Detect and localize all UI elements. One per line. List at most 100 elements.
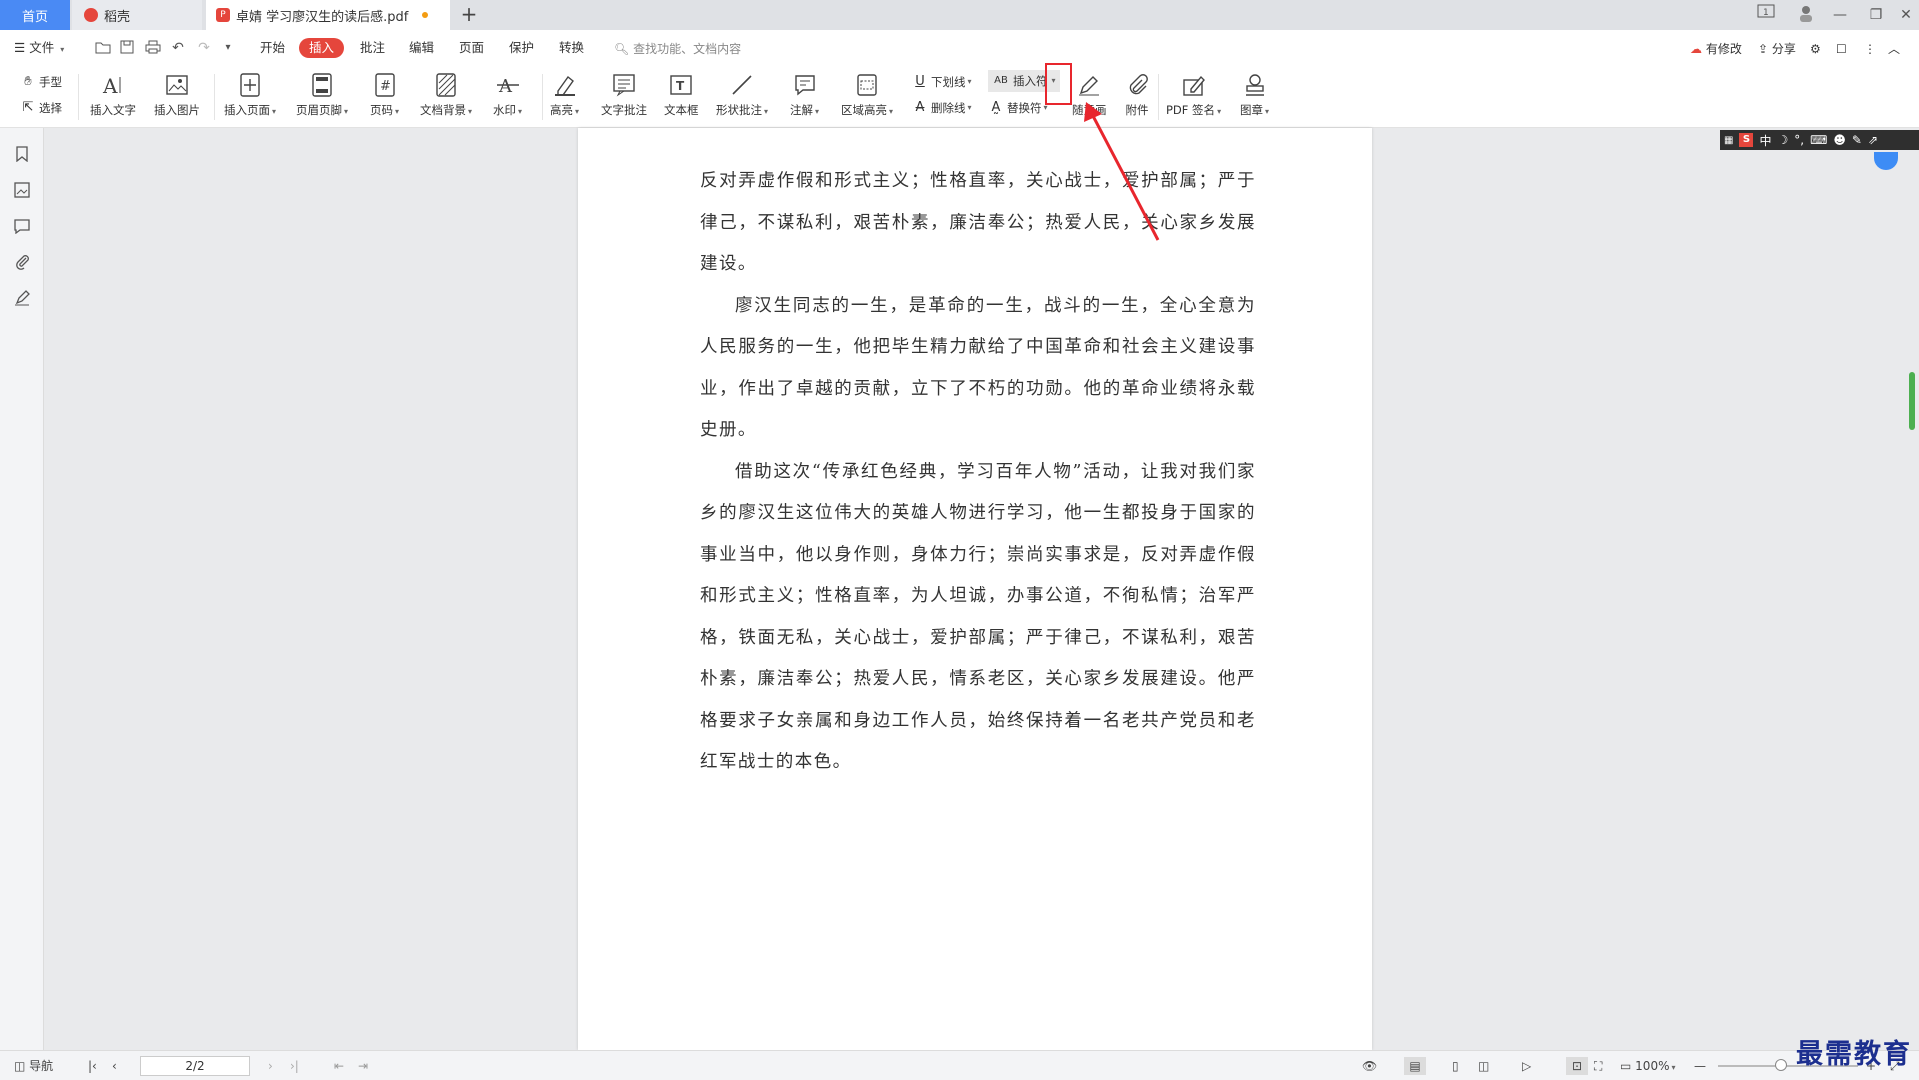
comment-icon[interactable] bbox=[12, 216, 32, 236]
insert-image-button[interactable]: 插入图片 bbox=[154, 70, 200, 124]
floating-assistant-button[interactable] bbox=[1874, 152, 1898, 170]
pdf-sign-label: PDF 签名 ▾ bbox=[1166, 102, 1221, 118]
stamp-text: 图章 bbox=[1240, 103, 1263, 117]
textbox-button[interactable]: T 文本框 bbox=[664, 70, 699, 124]
tab-daoke[interactable]: 稻壳 bbox=[72, 0, 202, 30]
watermark-button[interactable]: A 水印 ▾ bbox=[493, 70, 522, 124]
fit-page-icon[interactable]: ⛶ bbox=[1594, 1057, 1602, 1075]
tab-home-label: 首页 bbox=[21, 9, 48, 25]
menu-page[interactable]: 页面 bbox=[459, 38, 484, 58]
back-icon[interactable]: ⇤ bbox=[334, 1057, 344, 1075]
select-tool-button[interactable]: ⇱ 选择 bbox=[20, 98, 62, 118]
zoom-out-icon[interactable]: — bbox=[1694, 1057, 1706, 1075]
navigation-toggle[interactable]: ◫ 导航 bbox=[14, 1057, 53, 1075]
document-page[interactable]: 反对弄虚作假和形式主义；性格直率，关心战士，爱护部属；严于律己，不谋私利，艰苦朴… bbox=[578, 128, 1372, 1050]
save-icon[interactable] bbox=[119, 39, 135, 57]
insert-page-button[interactable]: 插入页面 ▾ bbox=[224, 70, 276, 124]
highlight-label: 高亮 ▾ bbox=[550, 102, 579, 118]
single-page-view-icon[interactable]: ▤ bbox=[1404, 1057, 1426, 1075]
new-tab-button[interactable]: + bbox=[456, 2, 482, 28]
tab-document[interactable]: P 卓婧 学习廖汉生的读后感.pdf bbox=[206, 0, 450, 30]
doc-background-button[interactable]: 文档背景 ▾ bbox=[420, 70, 472, 124]
zoom-dropdown[interactable]: ▭ 100% ▾ bbox=[1620, 1057, 1676, 1075]
play-icon[interactable]: ▷ bbox=[1522, 1057, 1531, 1075]
file-menu[interactable]: ☰ 文件 ▾ bbox=[14, 38, 64, 58]
forward-icon[interactable]: ⇥ bbox=[358, 1057, 368, 1075]
hand-tool-button[interactable]: ✋︎ 手型 bbox=[20, 72, 62, 92]
avatar[interactable] bbox=[1797, 4, 1823, 26]
bookmark-icon[interactable] bbox=[12, 144, 32, 164]
insert-text-button[interactable]: A 插入文字 bbox=[90, 70, 136, 124]
zoom-slider-handle[interactable] bbox=[1775, 1059, 1787, 1071]
shape-comment-button[interactable]: 形状批注 ▾ bbox=[716, 70, 768, 124]
chat-icon[interactable]: ☐ bbox=[1836, 39, 1847, 59]
replace-symbol-button[interactable]: A̰ 替换符 ▾ bbox=[988, 98, 1048, 118]
highlight-button[interactable]: 高亮 ▾ bbox=[550, 70, 579, 124]
replace-symbol-label: 替换符 bbox=[1007, 101, 1042, 115]
open-folder-icon[interactable] bbox=[95, 39, 111, 57]
scrollbar-thumb[interactable] bbox=[1909, 372, 1915, 430]
settings-icon[interactable]: ⚙ bbox=[1810, 39, 1821, 59]
share-label: 分享 bbox=[1771, 42, 1796, 56]
close-icon[interactable]: ✕ bbox=[1893, 4, 1919, 26]
tab-home[interactable]: 首页 bbox=[0, 0, 70, 30]
prev-page-icon[interactable]: ‹ bbox=[112, 1057, 117, 1075]
textbox-icon: T bbox=[668, 72, 694, 98]
annotation-button[interactable]: 注解 ▾ bbox=[790, 70, 819, 124]
highlight-text: 高亮 bbox=[550, 103, 573, 117]
doc-background-text: 文档背景 bbox=[420, 103, 466, 117]
page-number-input[interactable]: 2/2 bbox=[140, 1056, 250, 1076]
menu-protect[interactable]: 保护 bbox=[509, 38, 534, 58]
two-page-view-icon[interactable]: ◫ bbox=[1478, 1057, 1489, 1075]
annotation-text: 注解 bbox=[790, 103, 813, 117]
hamburger-icon: ☰ bbox=[14, 40, 26, 55]
thumbnail-icon[interactable] bbox=[12, 180, 32, 200]
strikethrough-button[interactable]: A 删除线 ▾ bbox=[912, 98, 972, 118]
last-page-icon[interactable]: ›| bbox=[290, 1057, 299, 1075]
attachment-icon[interactable] bbox=[12, 252, 32, 272]
menu-start[interactable]: 开始 bbox=[260, 38, 285, 58]
chevron-down-icon: ▾ bbox=[344, 107, 349, 116]
window-layout-icon[interactable]: 1 bbox=[1757, 4, 1783, 26]
status-bar: ◫ 导航 |‹ ‹ 2/2 › ›| ⇤ ⇥ 👁︎ ▤ ▯ ◫ ▷ ⊡ ⛶ ▭ … bbox=[0, 1050, 1919, 1080]
print-icon[interactable] bbox=[145, 39, 161, 57]
text-comment-button[interactable]: 文字批注 bbox=[601, 70, 647, 124]
menu-edit[interactable]: 编辑 bbox=[409, 38, 434, 58]
signature-panel-icon[interactable] bbox=[12, 288, 32, 308]
stamp-button[interactable]: 图章 ▾ bbox=[1240, 70, 1269, 124]
collapse-ribbon-icon[interactable]: ︿ bbox=[1888, 39, 1900, 59]
fit-width-icon: ▭ bbox=[1620, 1059, 1632, 1073]
divider bbox=[214, 74, 215, 120]
svg-text:A: A bbox=[102, 74, 118, 97]
signature-icon bbox=[1181, 72, 1207, 98]
actual-size-icon[interactable]: ⊡ bbox=[1566, 1057, 1588, 1075]
more-icon[interactable]: ⋮ bbox=[1864, 39, 1876, 59]
has-changes-button[interactable]: ☁ 有修改 bbox=[1690, 39, 1742, 59]
continuous-view-icon[interactable]: ▯ bbox=[1452, 1057, 1459, 1075]
first-page-icon[interactable]: |‹ bbox=[88, 1057, 97, 1075]
header-footer-button[interactable]: 页眉页脚 ▾ bbox=[296, 70, 348, 124]
file-menu-label: 文件 bbox=[29, 40, 55, 55]
minimize-icon[interactable]: — bbox=[1827, 4, 1853, 26]
menu-convert[interactable]: 转换 bbox=[559, 38, 584, 58]
redo-icon[interactable]: ↷ bbox=[196, 39, 212, 57]
chevron-down-icon: ▾ bbox=[1671, 1063, 1676, 1072]
area-highlight-button[interactable]: 区域高亮 ▾ bbox=[841, 70, 893, 124]
eye-protection-icon[interactable]: 👁︎ bbox=[1362, 1057, 1377, 1075]
undo-icon[interactable]: ↶ bbox=[170, 39, 186, 57]
search-input[interactable]: 🔍︎ 查找功能、文档内容 bbox=[614, 39, 741, 59]
quick-access-dropdown-icon[interactable]: ▾ bbox=[220, 39, 236, 57]
next-page-icon[interactable]: › bbox=[268, 1057, 273, 1075]
watermark-text: 水印 bbox=[493, 103, 516, 117]
share-button[interactable]: ⇪ 分享 bbox=[1758, 39, 1796, 59]
ime-toolbar[interactable]: ▦ S 中 ☽ °, ⌨ ☻ ✎ ⇗ bbox=[1720, 130, 1919, 150]
pdf-sign-button[interactable]: PDF 签名 ▾ bbox=[1166, 70, 1221, 124]
menu-comment[interactable]: 批注 bbox=[360, 38, 385, 58]
restore-icon[interactable]: ❐ bbox=[1863, 4, 1889, 26]
cloud-icon: ☁ bbox=[1690, 42, 1702, 56]
shape-comment-label: 形状批注 ▾ bbox=[716, 102, 768, 118]
underline-button[interactable]: U 下划线 ▾ bbox=[912, 72, 971, 92]
page-number-button[interactable]: # 页码 ▾ bbox=[370, 70, 399, 124]
chevron-down-icon: ▾ bbox=[815, 107, 820, 116]
menu-insert[interactable]: 插入 bbox=[299, 38, 345, 58]
